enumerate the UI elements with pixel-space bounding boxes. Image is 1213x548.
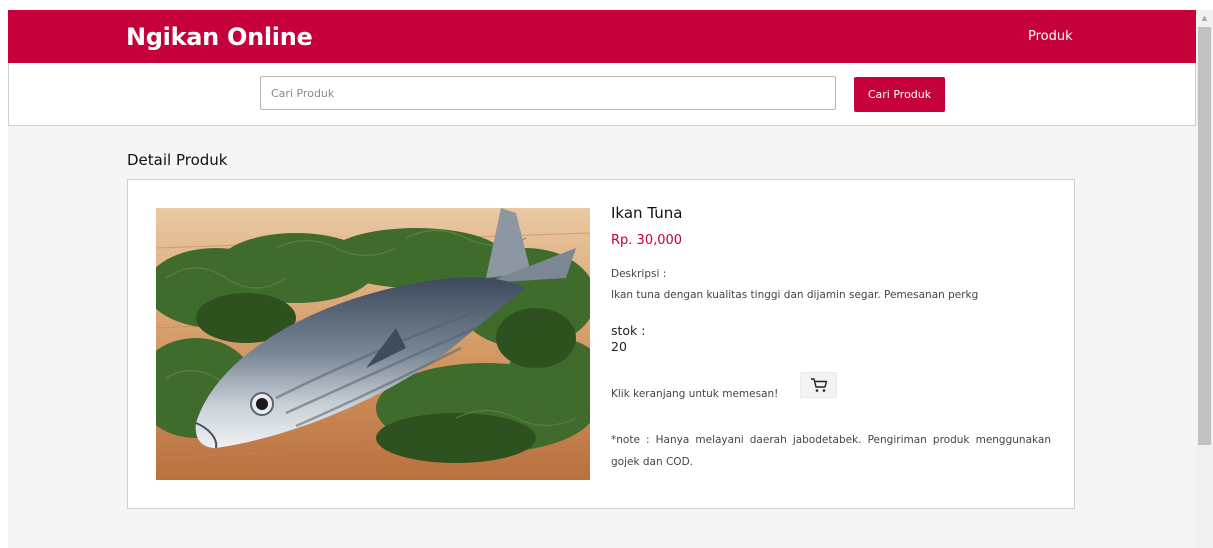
brand-logo[interactable]: Ngikan Online: [126, 23, 313, 51]
page-title: Detail Produk: [127, 151, 228, 169]
scrollbar-thumb[interactable]: [1198, 27, 1211, 445]
chevron-up-icon[interactable]: ▲: [1196, 10, 1213, 26]
search-bar: Cari Produk: [8, 63, 1196, 126]
order-prompt: Klik keranjang untuk memesan!: [611, 388, 779, 400]
product-name: Ikan Tuna: [611, 204, 683, 222]
shopping-cart-icon: [810, 378, 827, 392]
product-price: Rp. 30,000: [611, 233, 683, 248]
description-text: Ikan tuna dengan kualitas tinggi dan dij…: [611, 289, 979, 301]
search-button[interactable]: Cari Produk: [854, 77, 945, 112]
page-viewport: Ngikan Online Produk Cari Produk Detail …: [8, 10, 1196, 548]
stock-value: 20: [611, 339, 627, 354]
delivery-note: *note : Hanya melayani daerah jabodetabe…: [611, 434, 1051, 468]
product-detail-card: Ikan Tuna Rp. 30,000 Deskripsi : Ikan tu…: [127, 179, 1075, 509]
search-input[interactable]: [260, 76, 836, 110]
add-to-cart-button[interactable]: [800, 372, 837, 398]
stock-label: stok :: [611, 323, 646, 338]
browser-page: Ngikan Online Produk Cari Produk Detail …: [0, 0, 1213, 548]
description-label: Deskripsi :: [611, 268, 667, 280]
product-image: [156, 208, 590, 480]
fish-photo: [156, 208, 590, 480]
nav-link-produk[interactable]: Produk: [1028, 29, 1073, 45]
top-navbar: Ngikan Online Produk: [8, 10, 1196, 63]
